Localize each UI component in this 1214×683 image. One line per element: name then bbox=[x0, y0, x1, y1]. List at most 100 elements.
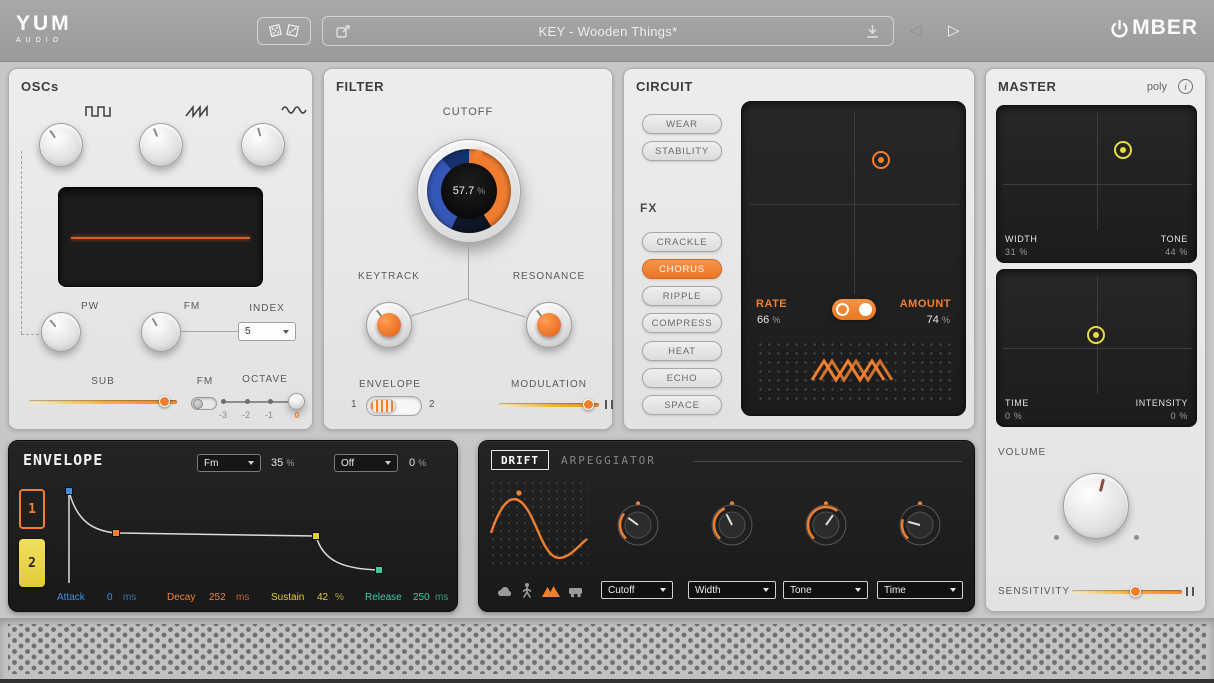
fx-heat-button[interactable]: HEAT bbox=[642, 341, 722, 361]
vehicle-mode-icon[interactable] bbox=[567, 584, 585, 603]
tab-arpeggiator[interactable]: ARPEGGIATOR bbox=[561, 454, 656, 467]
octave-tick--3[interactable]: -3 bbox=[215, 410, 231, 420]
save-preset-icon[interactable] bbox=[864, 23, 881, 43]
next-preset-button[interactable]: ▷ bbox=[948, 21, 960, 39]
cloud-mode-icon[interactable] bbox=[495, 583, 513, 604]
wear-button[interactable]: WEAR bbox=[642, 114, 722, 134]
time-intensity-pad[interactable]: TIME 0 % INTENSITY 0 % bbox=[996, 269, 1197, 427]
tab-drift[interactable]: DRIFT bbox=[491, 450, 549, 470]
preset-browser[interactable]: KEY - Wooden Things* bbox=[322, 16, 894, 46]
fx-label: FX bbox=[640, 201, 657, 215]
pw-knob[interactable] bbox=[41, 312, 81, 352]
fm-knob[interactable] bbox=[141, 312, 181, 352]
attack-value[interactable]: 0 bbox=[107, 592, 113, 603]
intensity-value: 0 bbox=[1171, 411, 1177, 421]
osc1-knob[interactable] bbox=[39, 123, 83, 167]
env-mod2-dropdown[interactable]: Off bbox=[334, 454, 398, 472]
envelope-tab-1[interactable]: 1 bbox=[19, 489, 45, 529]
sub-slider[interactable] bbox=[29, 400, 177, 404]
octave-tick-0[interactable]: 0 bbox=[289, 410, 305, 420]
speaker-grille bbox=[0, 618, 1214, 683]
drift-knob-1[interactable] bbox=[615, 501, 661, 552]
export-icon[interactable] bbox=[335, 23, 352, 43]
cutoff-knob[interactable]: 57.7 % bbox=[417, 139, 521, 243]
release-value[interactable]: 250 bbox=[413, 592, 430, 603]
fx-space-button[interactable]: SPACE bbox=[642, 395, 722, 415]
index-dropdown[interactable]: 5 bbox=[238, 322, 296, 341]
drift-target-2-dropdown[interactable]: Width bbox=[688, 581, 776, 599]
envelope-curve-editor[interactable] bbox=[51, 483, 455, 591]
sustain-value[interactable]: 42 bbox=[317, 592, 328, 603]
tone-value: 44 bbox=[1165, 247, 1176, 257]
env-mod1-dropdown[interactable]: Fm bbox=[197, 454, 261, 472]
width-tone-handle[interactable] bbox=[1114, 141, 1132, 159]
octave-tick--2[interactable]: -2 bbox=[238, 410, 254, 420]
osc3-knob[interactable] bbox=[241, 123, 285, 167]
env-mod1-unit: % bbox=[286, 458, 294, 468]
keytrack-knob[interactable] bbox=[366, 302, 412, 348]
modulation-slider[interactable] bbox=[499, 403, 599, 407]
fx-power-toggle[interactable] bbox=[832, 299, 876, 320]
envelope-option-2[interactable]: 2 bbox=[429, 399, 435, 410]
modulation-slider-thumb[interactable] bbox=[583, 399, 594, 410]
sensitivity-slider[interactable] bbox=[1072, 590, 1182, 594]
octave-tick--1[interactable]: -1 bbox=[261, 410, 277, 420]
amount-label: AMOUNT bbox=[900, 298, 951, 310]
fx-crackle-button[interactable]: CRACKLE bbox=[642, 232, 722, 252]
octave-knob[interactable] bbox=[288, 393, 305, 410]
envelope-option-1[interactable]: 1 bbox=[351, 399, 357, 410]
amount-value-row: 74 % bbox=[927, 314, 950, 326]
sustain-handle[interactable] bbox=[313, 533, 320, 540]
fx-chorus-button[interactable]: CHORUS bbox=[642, 259, 722, 279]
pw-label: PW bbox=[75, 301, 105, 312]
panel-oscs: OSCs PW FM INDEX 5 SUB FM OCTAVE -3 -2 -… bbox=[8, 68, 313, 430]
resonance-knob[interactable] bbox=[526, 302, 572, 348]
info-icon[interactable]: i bbox=[1178, 79, 1193, 94]
drift-target-3-dropdown[interactable]: Tone bbox=[783, 581, 868, 599]
pad2-hline bbox=[1003, 348, 1192, 349]
fx-compress-button[interactable]: COMPRESS bbox=[642, 313, 722, 333]
drift-knob-2[interactable] bbox=[709, 501, 755, 552]
drift-knob-3[interactable] bbox=[803, 501, 849, 552]
drift-knob-4[interactable] bbox=[897, 501, 943, 552]
attack-handle[interactable] bbox=[66, 488, 73, 495]
fx-ripple-button[interactable]: RIPPLE bbox=[642, 286, 722, 306]
amount-value: 74 bbox=[927, 314, 939, 326]
dice-icon: ⚄ bbox=[267, 21, 284, 42]
mountain-mode-icon[interactable] bbox=[541, 583, 561, 603]
yum-squiggle-logo bbox=[808, 352, 900, 395]
volume-knob[interactable] bbox=[1063, 473, 1129, 539]
volume-max-dot bbox=[1134, 535, 1139, 540]
sensitivity-slider-thumb[interactable] bbox=[1130, 586, 1141, 597]
envelope-toggle-handle[interactable] bbox=[370, 399, 396, 413]
osc2-knob[interactable] bbox=[139, 123, 183, 167]
topbar: YUM AUDIO ⚄ ⚂ KEY - Wooden Things* ◁ ▷ M… bbox=[0, 0, 1214, 62]
intensity-label: INTENSITY bbox=[1136, 398, 1188, 408]
time-intensity-handle[interactable] bbox=[1087, 326, 1105, 344]
prev-preset-button[interactable]: ◁ bbox=[910, 21, 922, 39]
pad1-hline bbox=[1003, 184, 1192, 185]
envelope-tab-2[interactable]: 2 bbox=[19, 539, 45, 587]
drift-target-1: Cutoff bbox=[608, 585, 635, 596]
release-handle[interactable] bbox=[376, 567, 383, 574]
randomize-button[interactable]: ⚄ ⚂ bbox=[257, 17, 311, 45]
envelope-select-toggle[interactable] bbox=[366, 396, 422, 416]
octave-tick-dot bbox=[221, 399, 226, 404]
walker-mode-icon[interactable] bbox=[519, 582, 535, 604]
drift-target-1-dropdown[interactable]: Cutoff bbox=[601, 581, 673, 599]
fm-toggle[interactable] bbox=[191, 397, 217, 410]
release-label: Release bbox=[365, 592, 402, 603]
trace-v bbox=[468, 245, 469, 299]
decay-handle[interactable] bbox=[113, 530, 120, 537]
drift-target-4-dropdown[interactable]: Time bbox=[877, 581, 963, 599]
stability-button[interactable]: STABILITY bbox=[642, 141, 722, 161]
fx-echo-button[interactable]: ECHO bbox=[642, 368, 722, 388]
chevron-down-icon bbox=[283, 330, 289, 334]
width-tone-pad[interactable]: WIDTH 31 % TONE 44 % bbox=[996, 105, 1197, 263]
pad2-y-readout: INTENSITY 0 % bbox=[1136, 398, 1188, 421]
sub-slider-thumb[interactable] bbox=[159, 396, 170, 407]
voice-mode-label[interactable]: poly bbox=[1147, 81, 1167, 93]
fm-toggle-handle[interactable] bbox=[193, 399, 203, 409]
decay-value[interactable]: 252 bbox=[209, 592, 226, 603]
fx-xy-handle[interactable] bbox=[872, 151, 890, 169]
